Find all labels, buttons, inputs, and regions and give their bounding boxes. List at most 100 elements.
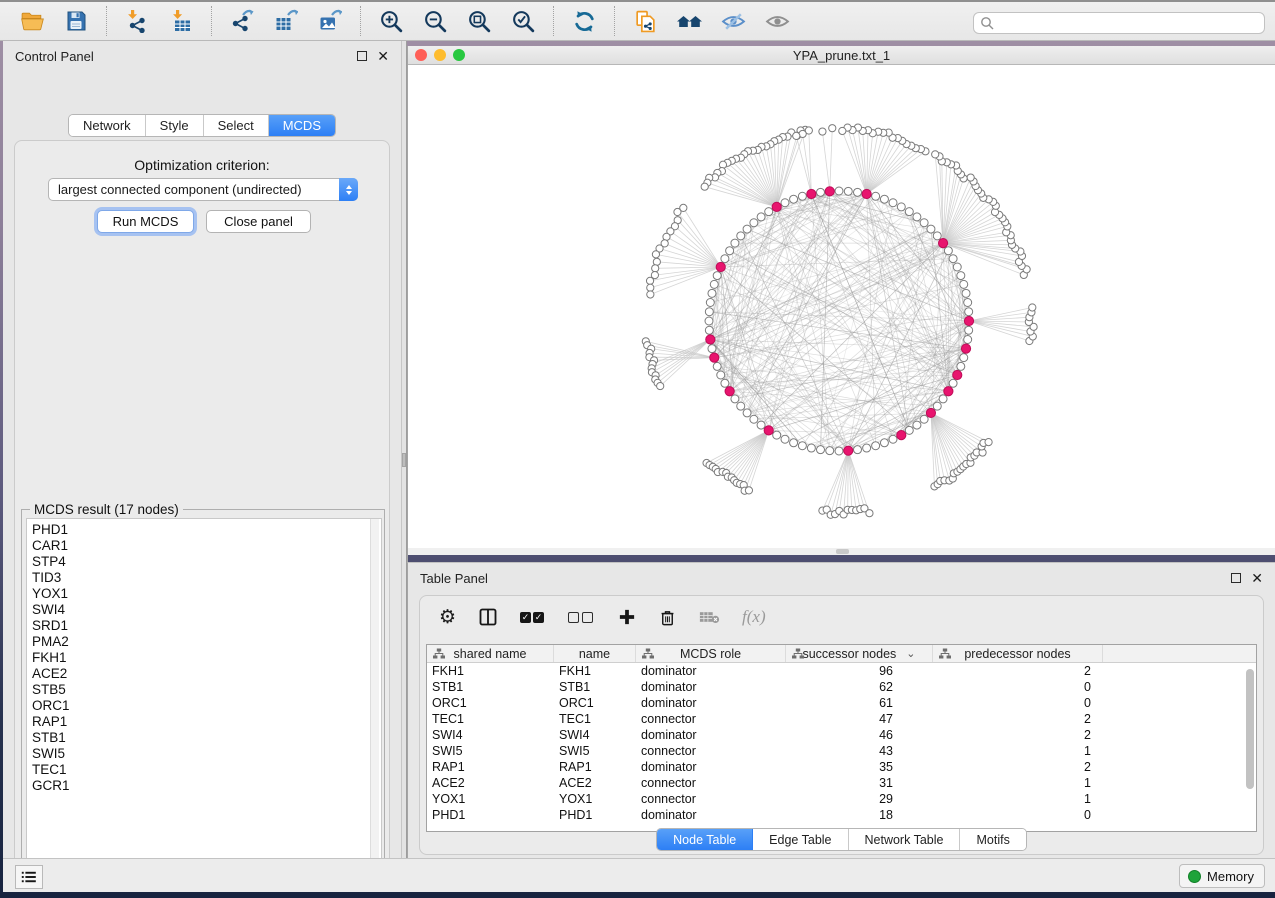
table-row[interactable]: SWI5SWI5connector431 [427,743,1256,759]
mcds-result-item[interactable]: SWI5 [32,746,381,762]
dominator-node[interactable] [844,446,853,455]
zoom-fit-icon[interactable] [464,6,494,36]
float-panel-icon[interactable] [1231,573,1241,583]
ring-node[interactable] [765,208,773,216]
table-row[interactable]: STB1STB1dominator620 [427,679,1256,695]
ring-node[interactable] [957,272,965,280]
leaf-node[interactable] [793,132,800,139]
mcds-list-scrollbar[interactable] [370,519,379,874]
column-header-predecessor-nodes[interactable]: predecessor nodes [933,645,1103,662]
table-scrollbar[interactable] [1246,667,1254,827]
tab-network[interactable]: Network [69,115,146,136]
ring-node[interactable] [750,415,758,423]
ring-node[interactable] [713,272,721,280]
import-table-icon[interactable] [166,6,196,36]
mcds-result-item[interactable]: FKH1 [32,650,381,666]
leaf-node[interactable] [647,284,654,291]
leaf-node[interactable] [829,125,836,132]
ring-node[interactable] [826,447,834,455]
network-graph[interactable] [408,65,1275,555]
ring-node[interactable] [708,345,716,353]
dominator-node[interactable] [710,353,719,362]
dominator-node[interactable] [897,430,906,439]
table-cell[interactable]: dominator [636,807,786,823]
table-row[interactable]: RAP1RAP1dominator352 [427,759,1256,775]
leaf-node[interactable] [646,277,653,284]
ring-node[interactable] [965,326,973,334]
column-header-successor-nodes[interactable]: successor nodes⌄ [786,645,933,662]
table-cell[interactable]: SWI4 [554,727,636,743]
table-cell[interactable]: connector [636,775,786,791]
dominator-node[interactable] [862,189,871,198]
mcds-result-item[interactable]: SRD1 [32,618,381,634]
show-columns-icon[interactable] [467,603,509,631]
ring-node[interactable] [737,402,745,410]
table-cell[interactable]: dominator [636,759,786,775]
table-cell[interactable]: 2 [933,711,1103,727]
ring-node[interactable] [737,232,745,240]
dominator-node[interactable] [961,344,970,353]
delete-row-icon[interactable] [647,603,688,631]
table-cell[interactable]: 0 [933,695,1103,711]
hide-selected-icon[interactable] [718,6,748,36]
ring-node[interactable] [944,247,952,255]
dominator-node[interactable] [926,408,935,417]
leaf-node[interactable] [652,251,659,258]
table-cell[interactable]: 61 [786,695,933,711]
ring-node[interactable] [790,439,798,447]
ring-node[interactable] [939,395,947,403]
table-row[interactable]: PHD1PHD1dominator180 [427,807,1256,823]
ring-node[interactable] [964,298,972,306]
criterion-select[interactable]: largest connected component (undirected) [48,178,358,201]
table-cell[interactable]: SWI5 [427,743,554,759]
table-cell[interactable]: 2 [933,759,1103,775]
ring-node[interactable] [726,247,734,255]
column-header-name[interactable]: name [554,645,636,662]
ring-node[interactable] [905,208,913,216]
dominator-node[interactable] [964,316,973,325]
mcds-result-list[interactable]: PHD1CAR1STP4TID3YOX1SWI4SRD1PMA2FKH1ACE2… [26,518,382,875]
dominator-node[interactable] [716,262,725,271]
leaf-node[interactable] [1029,304,1036,311]
ring-node[interactable] [933,232,941,240]
dominator-node[interactable] [944,387,953,396]
table-cell[interactable]: 1 [933,775,1103,791]
ring-node[interactable] [949,379,957,387]
ring-node[interactable] [790,195,798,203]
ring-node[interactable] [913,421,921,429]
table-cell[interactable]: SWI5 [554,743,636,759]
leaf-node[interactable] [657,382,664,389]
table-options-icon[interactable]: ⚙ [428,603,467,631]
mcds-result-item[interactable]: PHD1 [32,522,381,538]
ring-node[interactable] [798,442,806,450]
ring-node[interactable] [927,225,935,233]
zoom-selected-icon[interactable] [508,6,538,36]
refresh-icon[interactable] [569,6,599,36]
table-cell[interactable]: connector [636,711,786,727]
dominator-node[interactable] [938,238,947,247]
leaf-node[interactable] [839,127,846,134]
ring-node[interactable] [854,188,862,196]
table-row[interactable]: SWI4SWI4dominator462 [427,727,1256,743]
ring-node[interactable] [949,255,957,263]
table-cell[interactable]: dominator [636,679,786,695]
table-row[interactable]: ORC1ORC1dominator610 [427,695,1256,711]
table-cell[interactable]: dominator [636,663,786,679]
ring-node[interactable] [863,444,871,452]
ring-node[interactable] [713,362,721,370]
splitter-handle[interactable] [402,453,406,467]
tab-select[interactable]: Select [204,115,269,136]
table-cell[interactable]: 47 [786,711,933,727]
ring-node[interactable] [807,444,815,452]
function-builder-icon[interactable]: f(x) [731,603,777,631]
mcds-result-item[interactable]: ORC1 [32,698,381,714]
ring-node[interactable] [717,371,725,379]
table-cell[interactable]: STB1 [554,679,636,695]
run-mcds-button[interactable]: Run MCDS [97,210,194,233]
mcds-result-item[interactable]: TID3 [32,570,381,586]
table-cell[interactable]: RAP1 [427,759,554,775]
export-network-icon[interactable] [227,6,257,36]
ring-node[interactable] [920,219,928,227]
leaf-node[interactable] [652,265,659,272]
ring-node[interactable] [710,280,718,288]
